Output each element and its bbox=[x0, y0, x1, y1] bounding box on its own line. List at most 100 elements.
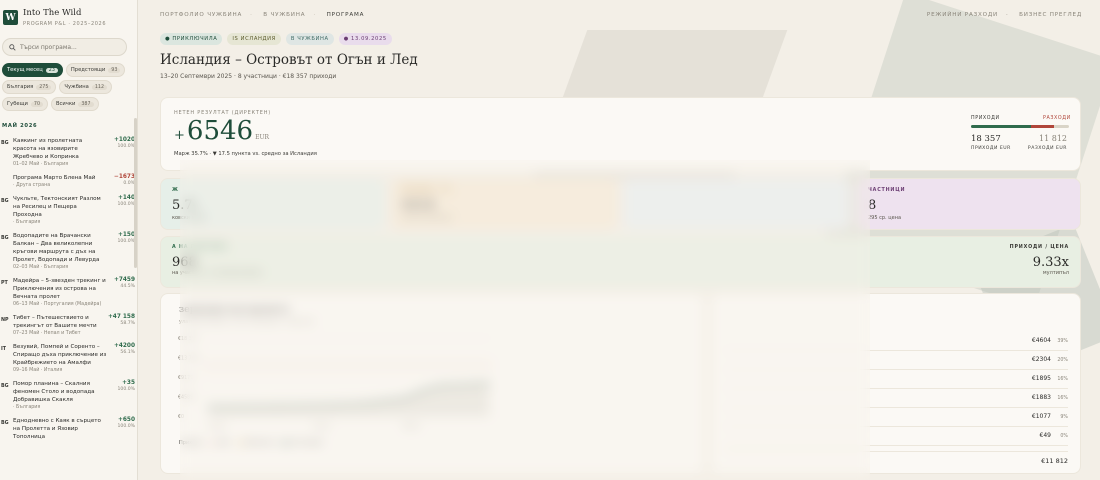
program-list-item[interactable]: PT Мадейра – 5-звезден трекинг и Приключ… bbox=[0, 274, 137, 311]
month-header: МАЙ 2026 bbox=[2, 123, 38, 129]
program-name: Програма Марто Блена Май bbox=[13, 175, 96, 181]
program-list-item[interactable]: NP Тибет – Пътешествието и трекингът от … bbox=[0, 311, 137, 340]
program-name: Тибет – Пътешествието и трекингът от Ваш… bbox=[13, 315, 97, 329]
program-margin: 100.0% bbox=[117, 202, 135, 207]
breadcrumb-portfolio[interactable]: ПОРТФОЛИО ЧУЖБИНА bbox=[160, 12, 242, 18]
breadcrumb: ПОРТФОЛИО ЧУЖБИНА · В ЧУЖБИНА · ПРОГРАМА bbox=[160, 12, 365, 18]
program-name: Еднодневно с Каяк в сърцето на Пролетта … bbox=[13, 418, 101, 440]
brand-logo[interactable]: W bbox=[3, 10, 18, 25]
program-net: +650 100.0% bbox=[107, 417, 135, 442]
topbar: ПОРТФОЛИО ЧУЖБИНА · В ЧУЖБИНА · ПРОГРАМА Р… bbox=[160, 0, 1082, 18]
program-net: +47 158 58.7% bbox=[107, 314, 135, 326]
overhead-link[interactable]: РЕЖИЙНИ РАЗХОДИ bbox=[927, 12, 998, 18]
date-badge: ● 13.09.2025 bbox=[338, 33, 392, 45]
filter-chip[interactable]: Чужбина 112 bbox=[59, 80, 112, 94]
search-input[interactable] bbox=[20, 43, 120, 51]
program-list: BG Каякинг из пролетната красота на язов… bbox=[0, 129, 137, 446]
country-code: BG bbox=[1, 199, 9, 204]
filter-chip[interactable]: България 275 bbox=[2, 80, 57, 94]
program-margin: 56.1% bbox=[120, 350, 135, 355]
program-meta: · България bbox=[13, 405, 41, 410]
country-code: IT bbox=[1, 347, 7, 352]
program-name: Мадейра – 5-звезден трекинг и Приключени… bbox=[13, 278, 106, 300]
expenses-value: 11 812 bbox=[1039, 134, 1067, 143]
net-result-value: + 6546 EUR bbox=[174, 116, 270, 146]
program-list-item[interactable]: BG Еднодневно с Каяк в сърцето на Пролет… bbox=[0, 414, 137, 446]
program-name: Помор планина – Скалния феномен Столо и … bbox=[13, 381, 95, 403]
country-badge: IS ИСЛАНДИЯ bbox=[227, 33, 281, 45]
expense-row[interactable]: €2304 20% bbox=[1032, 356, 1068, 363]
program-tags: ● ПРИКЛЮЧИЛА IS ИСЛАНДИЯ В ЧУЖБИНА ● 13.… bbox=[160, 33, 1082, 45]
program-name: Водопадите на Врачански Балкан – Два вел… bbox=[13, 233, 100, 263]
breadcrumb-abroad[interactable]: В ЧУЖБИНА bbox=[263, 12, 305, 18]
sidebar: W Into The Wild PROGRAM P&L · 2025–2026 … bbox=[0, 0, 138, 480]
program-meta: 07–23 Май · Непал и Тибет bbox=[13, 331, 81, 336]
expense-row[interactable]: €1883 16% bbox=[1032, 394, 1068, 401]
filter-chip[interactable]: Губещи 70 bbox=[2, 97, 48, 111]
country-code: NP bbox=[1, 318, 9, 323]
program-list-item[interactable]: BG Водопадите на Врачански Балкан – Два … bbox=[0, 229, 137, 274]
program-net: +1020 100.0% bbox=[107, 137, 135, 167]
expenses-label: РАЗХОДИ bbox=[1043, 116, 1071, 121]
program-list-item[interactable]: IT Везувий, Помпей и Соренто – Спиращо д… bbox=[0, 340, 137, 377]
program-margin: 100.0% bbox=[117, 239, 135, 244]
brand-subtitle: PROGRAM P&L · 2025–2026 bbox=[23, 21, 107, 27]
country-code: BG bbox=[1, 421, 9, 426]
expense-row[interactable]: €1895 16% bbox=[1032, 375, 1068, 382]
program-net: −1673 0.0% bbox=[107, 174, 135, 188]
program-net: +7459 44.5% bbox=[107, 277, 135, 307]
expenses-sub: РАЗХОДИ EUR bbox=[1027, 146, 1067, 151]
revenue-sub: ПРИХОДИ EUR bbox=[971, 146, 1011, 151]
program-margin: 0.0% bbox=[123, 181, 135, 186]
program-margin: 100.0% bbox=[117, 387, 135, 392]
program-name: Везувий, Помпей и Соренто – Спиращо дъха… bbox=[13, 344, 107, 366]
program-list-item[interactable]: BG Помор планина – Скалния феномен Столо… bbox=[0, 377, 137, 414]
program-margin: 100.0% bbox=[117, 144, 135, 149]
country-code: PT bbox=[1, 281, 8, 286]
search-box[interactable] bbox=[2, 38, 127, 56]
brand: W Into The Wild PROGRAM P&L · 2025–2026 bbox=[0, 0, 137, 31]
program-list-item[interactable]: BG Каякинг из пролетната красота на язов… bbox=[0, 134, 137, 171]
kpi-sub: 295 ср. цена bbox=[868, 215, 902, 221]
region-badge: В ЧУЖБИНА bbox=[285, 33, 334, 45]
program-list-item[interactable]: BG Чукльте, Тектонският Разлом на Ресиле… bbox=[0, 192, 137, 229]
status-badge: ● ПРИКЛЮЧИЛА bbox=[160, 33, 223, 45]
program-net: +35 100.0% bbox=[107, 380, 135, 410]
search-icon bbox=[9, 43, 16, 51]
program-net: +4200 56.1% bbox=[107, 343, 135, 373]
program-margin: 44.5% bbox=[120, 284, 135, 289]
program-meta: 02–03 Май · България bbox=[13, 265, 69, 270]
page-title: Исландия – Островът от Огън и Лед bbox=[160, 52, 418, 68]
program-margin: 58.7% bbox=[120, 321, 135, 326]
program-meta: · Друга страна bbox=[13, 183, 51, 188]
expense-row[interactable]: €1077 9% bbox=[1032, 413, 1068, 420]
program-name: Каякинг из пролетната красота на язовири… bbox=[13, 138, 83, 160]
country-code: BG bbox=[1, 236, 9, 241]
revenue-expense-bar bbox=[971, 125, 1069, 128]
filter-chip[interactable]: Предстоящи 93 bbox=[65, 63, 126, 77]
kpi-participants: ЧАСТНИЦИ 8 295 ср. цена bbox=[856, 178, 1081, 230]
sidebar-scrollbar[interactable] bbox=[134, 118, 137, 268]
program-meta: · България bbox=[13, 220, 41, 225]
kpi-label: ЧАСТНИЦИ bbox=[868, 188, 906, 193]
kpi-label: Ж bbox=[172, 188, 179, 193]
program-list-item[interactable]: Програма Марто Блена Май · Друга страна … bbox=[0, 171, 137, 192]
program-margin: 100.0% bbox=[117, 424, 135, 429]
program-meta: 01–02 Май · България bbox=[13, 162, 69, 167]
filter-chip[interactable]: Всички 387 bbox=[51, 97, 99, 111]
page-subtitle: 13–20 Септември 2025 · 8 участници · €18… bbox=[160, 73, 337, 80]
multiple-sub: мултипъл bbox=[1042, 270, 1069, 276]
revenue-fill bbox=[971, 125, 1031, 128]
expense-row[interactable]: €4604 39% bbox=[1032, 337, 1068, 344]
blur-overlay bbox=[180, 160, 870, 480]
country-code bbox=[1, 174, 13, 188]
program-name: Чукльте, Тектонският Разлом на Ресилец и… bbox=[13, 196, 101, 218]
filter-chips: Текущ месец 23 Предстоящи 93 България 275 Чужб… bbox=[0, 56, 137, 111]
expenses-total: €11 812 bbox=[1041, 457, 1068, 465]
filter-chip[interactable]: Текущ месец 23 bbox=[2, 63, 63, 77]
expense-row[interactable]: €49 0% bbox=[1040, 432, 1068, 439]
program-net: +140 100.0% bbox=[107, 195, 135, 225]
margin-note: Марж 35.7% · ▼ 17.5 пункта vs. средно за… bbox=[174, 151, 317, 157]
business-review-link[interactable]: БИЗНЕС ПРЕГЛЕД bbox=[1019, 12, 1082, 18]
program-meta: 06–13 Май · Португалия (Мадейра) bbox=[13, 302, 102, 307]
